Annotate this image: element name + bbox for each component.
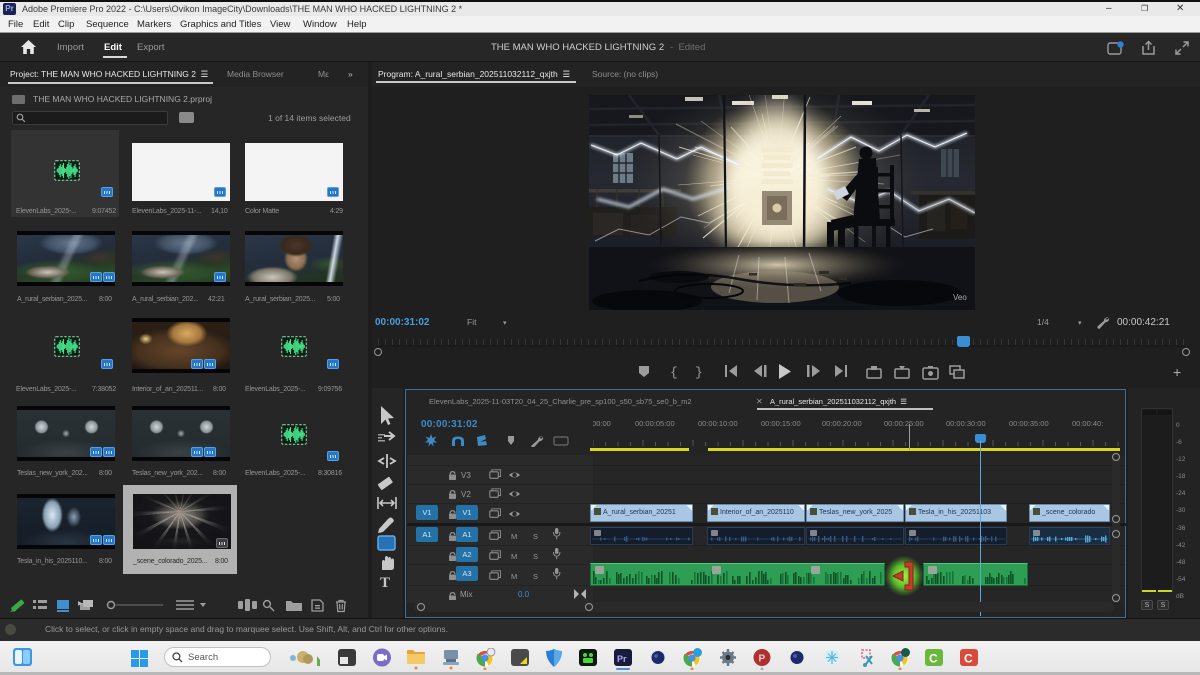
svg-text:S: S — [533, 572, 538, 581]
svg-text:00:00:35:00: 00:00:35:00 — [1009, 419, 1049, 428]
svg-text:S: S — [533, 532, 538, 541]
svg-text:M: M — [511, 532, 517, 541]
svg-text:}: } — [695, 365, 703, 380]
svg-text:C: C — [964, 652, 973, 666]
svg-text:C: C — [929, 652, 938, 666]
svg-text:00:00:10:00: 00:00:10:00 — [698, 419, 738, 428]
svg-text:M: M — [511, 552, 517, 561]
svg-text::00:00: :00:00 — [593, 419, 611, 428]
svg-text:00:00:40:: 00:00:40: — [1072, 419, 1103, 428]
svg-text:00:00:25:00: 00:00:25:00 — [884, 419, 924, 428]
svg-text:{: { — [670, 365, 678, 380]
svg-text:Pr: Pr — [617, 654, 627, 664]
svg-text:00:00:05:00: 00:00:05:00 — [635, 419, 675, 428]
svg-text:+: + — [1173, 364, 1181, 380]
svg-text:00:00:30:00: 00:00:30:00 — [946, 419, 986, 428]
svg-text:00:00:20:00: 00:00:20:00 — [822, 419, 862, 428]
svg-text:▶: ▶ — [78, 601, 83, 607]
svg-text:M: M — [511, 572, 517, 581]
svg-text:Veo: Veo — [953, 293, 967, 302]
svg-text:S: S — [533, 552, 538, 561]
svg-text:P: P — [759, 654, 766, 665]
svg-text:00:00:15:00: 00:00:15:00 — [761, 419, 801, 428]
svg-text:T: T — [380, 575, 390, 589]
